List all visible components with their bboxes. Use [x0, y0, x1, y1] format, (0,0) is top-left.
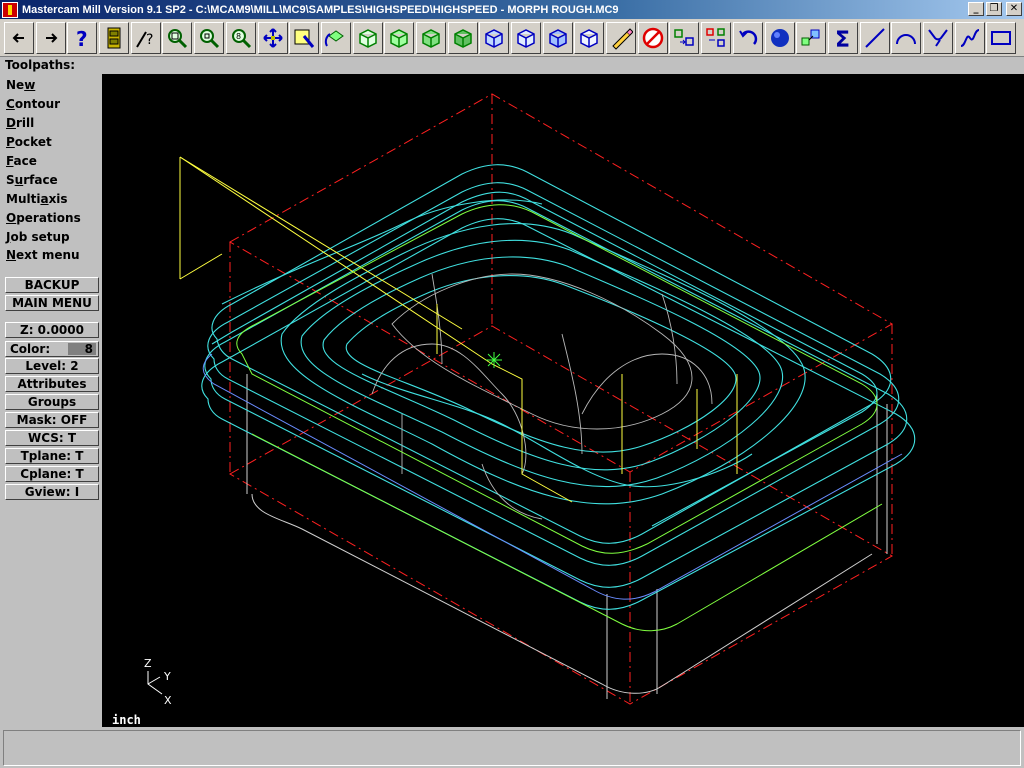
groups-button[interactable]: Groups	[5, 394, 99, 410]
side-menu: New Contour Drill Pocket Face Surface Mu…	[0, 74, 102, 727]
fillet-icon[interactable]	[922, 21, 953, 54]
units-label: inch	[112, 713, 141, 727]
menu-item-drill[interactable]: Drill	[6, 114, 34, 132]
svg-text:?: ?	[76, 27, 88, 50]
undo-icon[interactable]	[732, 21, 763, 54]
blue-contour	[202, 353, 903, 600]
no-entry-icon[interactable]	[637, 21, 668, 54]
mask-button[interactable]: Mask: OFF	[5, 412, 99, 428]
arc-icon[interactable]	[891, 21, 922, 54]
cube-blue-1-icon[interactable]	[479, 21, 510, 54]
menu-item-operations[interactable]: Operations	[6, 209, 81, 227]
prompt-area	[3, 730, 1021, 766]
cplane-button[interactable]: Cplane: T	[5, 466, 99, 482]
menu-prompt: Toolpaths:	[0, 57, 1024, 74]
cube-blue-4-icon[interactable]	[574, 21, 605, 54]
color-swatch: 8	[68, 343, 96, 355]
maximize-button[interactable]: ❐	[986, 2, 1002, 16]
close-button[interactable]: ✕	[1006, 2, 1022, 16]
axis-x-label: X	[164, 694, 172, 707]
menu-item-next-menu[interactable]: Next menu	[6, 246, 80, 264]
wcs-button[interactable]: WCS: T	[5, 430, 99, 446]
cube-green-1-icon[interactable]	[352, 21, 383, 54]
status-bar	[0, 727, 1024, 768]
cube-green-2-icon[interactable]	[384, 21, 415, 54]
svg-text:Σ: Σ	[835, 28, 850, 50]
stock-boundary	[228, 93, 894, 705]
color-label: Color:	[10, 342, 51, 356]
line-icon[interactable]	[859, 21, 890, 54]
transform-icon[interactable]	[669, 21, 700, 54]
main-menu-button[interactable]: MAIN MENU	[5, 295, 99, 311]
menu-item-job-setup[interactable]: Job setup	[6, 228, 70, 246]
menu-item-contour[interactable]: Contour	[6, 95, 60, 113]
svg-text:8: 8	[236, 32, 241, 41]
gview-button[interactable]: Gview: I	[5, 484, 99, 500]
transform-multi-icon[interactable]	[701, 21, 732, 54]
svg-text:?: ?	[146, 32, 153, 48]
sphere-icon[interactable]	[764, 21, 795, 54]
menu-item-pocket[interactable]: Pocket	[6, 133, 52, 151]
copy-boxes-icon[interactable]	[796, 21, 827, 54]
backup-button[interactable]: BACKUP	[5, 277, 99, 293]
unzoom-icon[interactable]	[194, 21, 225, 54]
analyze-icon[interactable]: ?	[130, 21, 161, 54]
rotate-view-icon[interactable]	[320, 21, 351, 54]
graphics-viewport[interactable]: Z Y X inch	[102, 74, 1024, 727]
rectangle-icon[interactable]	[986, 21, 1017, 54]
axis-y-label: Y	[164, 670, 171, 683]
sigma-icon[interactable]: Σ	[827, 21, 858, 54]
zoom-window-icon[interactable]	[162, 21, 193, 54]
tplane-button[interactable]: Tplane: T	[5, 448, 99, 464]
file-cabinet-icon[interactable]	[99, 21, 130, 54]
attributes-button[interactable]: Attributes	[5, 376, 99, 392]
z-depth-button[interactable]: Z: 0.0000	[5, 322, 99, 338]
minimize-button[interactable]: _	[968, 2, 984, 16]
origin-marker	[486, 352, 502, 368]
menu-item-new[interactable]: New	[6, 76, 35, 94]
zoom-target-icon[interactable]: 8	[225, 21, 256, 54]
cube-blue-3-icon[interactable]	[542, 21, 573, 54]
pan-icon[interactable]	[257, 21, 288, 54]
yellow-toolpath	[179, 156, 738, 503]
menu-item-surface[interactable]: Surface	[6, 171, 58, 189]
pencil-icon[interactable]	[606, 21, 637, 54]
forward-arrow-icon[interactable]	[35, 21, 66, 54]
part-outline	[246, 374, 888, 699]
axis-z-label: Z	[144, 657, 152, 670]
help-icon[interactable]: ?	[67, 21, 98, 54]
cube-green-3-icon[interactable]	[415, 21, 446, 54]
title-bar[interactable]: Mastercam Mill Version 9.1 SP2 - C:\MCAM…	[0, 0, 1024, 19]
back-arrow-icon[interactable]	[4, 21, 34, 54]
toolpath-contours	[201, 164, 916, 610]
mastercam-app-icon[interactable]	[2, 1, 18, 18]
select-icon[interactable]	[289, 21, 320, 54]
spline-icon[interactable]	[954, 21, 985, 54]
cube-blue-2-icon[interactable]	[511, 21, 541, 54]
window-title: Mastercam Mill Version 9.1 SP2 - C:\MCAM…	[22, 3, 619, 16]
menu-item-multiaxis[interactable]: Multiaxis	[6, 190, 68, 208]
main-toolbar: ? ? 8 Σ	[0, 19, 1024, 57]
cube-green-4-icon[interactable]	[447, 21, 478, 54]
menu-item-face[interactable]: Face	[6, 152, 37, 170]
axis-triad	[147, 671, 163, 695]
level-button[interactable]: Level: 2	[5, 358, 99, 374]
wireframe-scene	[147, 93, 916, 705]
color-button[interactable]: Color: 8	[5, 341, 99, 357]
